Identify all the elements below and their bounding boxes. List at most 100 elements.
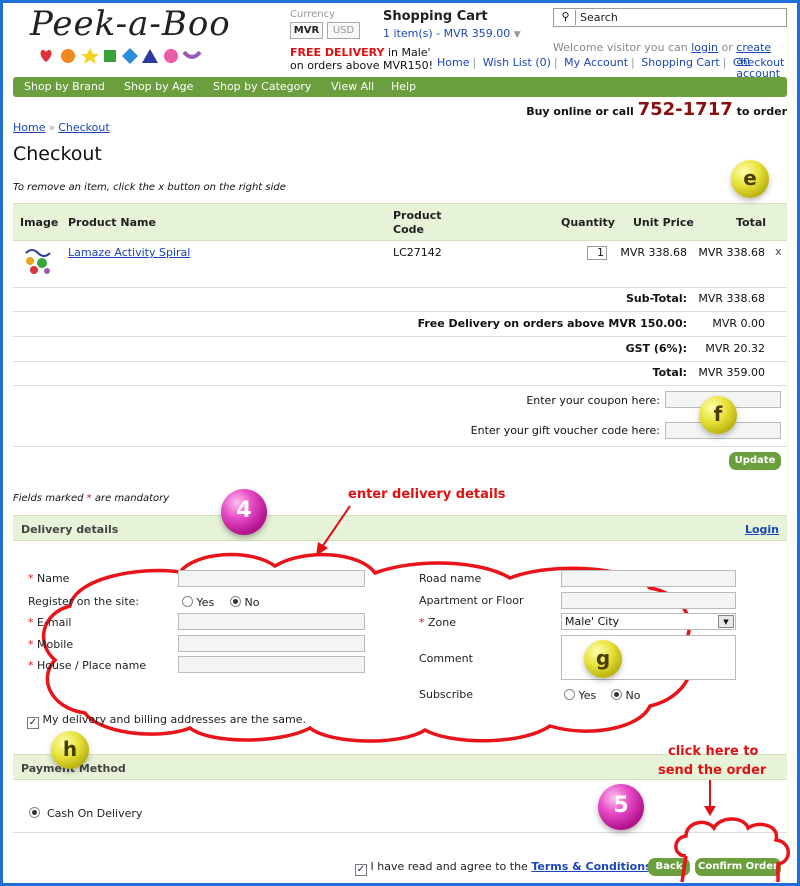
unit-price: MVR 338.68 <box>620 246 687 259</box>
divider <box>13 311 787 312</box>
same-address-label: My delivery and billing addresses are th… <box>42 713 307 726</box>
breadcrumb-checkout[interactable]: Checkout <box>58 121 109 134</box>
nav-shop-by-age[interactable]: Shop by Age <box>124 80 193 93</box>
header-product-code-1: Product <box>393 209 442 222</box>
cart-table-header: Image Product Name Product Code Quantity… <box>13 203 787 241</box>
free-delivery-location: in Male' <box>387 46 431 59</box>
nav-shop-by-category[interactable]: Shop by Category <box>213 80 311 93</box>
mandatory-suffix: are mandatory <box>94 493 170 504</box>
apartment-label: Apartment or Floor <box>419 594 524 607</box>
annotation-click-here-2: send the order <box>658 763 767 778</box>
logo-shapes-icon <box>40 48 202 64</box>
site-logo[interactable]: Peek-a-Boo <box>30 4 231 44</box>
comment-label: Comment <box>419 652 473 665</box>
update-button[interactable]: Update <box>729 452 781 470</box>
cart-summary: 1 item(s) - MVR 359.00 <box>383 27 511 40</box>
divider <box>13 361 787 362</box>
header-image: Image <box>20 216 59 229</box>
nav-shop-by-brand[interactable]: Shop by Brand <box>24 80 105 93</box>
zone-label-text: Zone <box>428 616 457 629</box>
currency-label: Currency <box>290 9 336 20</box>
cash-on-delivery-label: Cash On Delivery <box>47 807 143 820</box>
annotation-arrow-icon <box>316 505 351 556</box>
house-field[interactable] <box>178 656 365 673</box>
email-label: * E-mail <box>28 616 72 629</box>
email-field[interactable] <box>178 613 365 630</box>
step-5-badge: 5 <box>598 784 644 830</box>
divider <box>13 385 787 386</box>
chevron-down-icon: ▼ <box>513 30 521 40</box>
house-label-text: House / Place name <box>37 659 147 672</box>
free-delivery-condition: on orders above MVR150! <box>290 59 434 72</box>
delivery-title: Delivery details <box>21 523 119 536</box>
checkbox-checked-icon: ✓ <box>355 864 367 876</box>
delivery-fee-label: Free Delivery on orders above MVR 150.00… <box>417 317 687 330</box>
product-name-link[interactable]: Lamaze Activity Spiral <box>68 246 190 259</box>
toplink-home[interactable]: Home <box>437 56 469 69</box>
same-address-checkbox[interactable]: ✓ My delivery and billing addresses are … <box>27 713 306 729</box>
delivery-login-link[interactable]: Login <box>745 523 779 536</box>
radio-icon <box>182 596 193 607</box>
search-icon[interactable]: ⚲ <box>556 10 576 25</box>
breadcrumb-home[interactable]: Home <box>13 121 45 134</box>
apartment-field[interactable] <box>561 592 736 609</box>
zone-value: Male' City <box>565 615 620 628</box>
search-input[interactable]: ⚲ Search <box>553 8 787 27</box>
currency-mvr-button[interactable]: MVR <box>290 22 323 39</box>
free-delivery-promo: FREE DELIVERY in Male' on orders above M… <box>290 46 433 72</box>
name-field[interactable] <box>178 570 365 587</box>
name-label: * Name <box>28 572 70 585</box>
nav-view-all[interactable]: View All <box>331 80 374 93</box>
call-to-order: Buy online or call 752-1717 to order <box>526 99 787 120</box>
free-delivery-label: FREE DELIVERY <box>290 46 385 59</box>
mandatory-prefix: Fields marked <box>13 493 84 504</box>
login-link[interactable]: login <box>691 41 718 54</box>
annotation-arrow-down-icon <box>704 780 716 816</box>
nav-help[interactable]: Help <box>391 80 416 93</box>
product-code: LC27142 <box>393 246 442 259</box>
delivery-fee-value: MVR 0.00 <box>712 317 765 330</box>
cash-on-delivery-radio[interactable]: Cash On Delivery <box>29 807 142 820</box>
toplink-wishlist[interactable]: Wish List (0) <box>483 56 551 69</box>
cart-summary-dropdown[interactable]: 1 item(s) - MVR 359.00 ▼ <box>383 27 521 40</box>
subtotal-value: MVR 338.68 <box>698 292 765 305</box>
toplink-cart[interactable]: Shopping Cart <box>641 56 719 69</box>
register-no-label: No <box>244 596 260 609</box>
total-value: MVR 359.00 <box>698 366 765 379</box>
welcome-text: Welcome visitor you can <box>553 41 688 54</box>
mobile-field[interactable] <box>178 635 365 652</box>
terms-link[interactable]: Terms & Conditions <box>531 860 651 873</box>
radio-selected-icon <box>230 596 241 607</box>
register-yes-radio[interactable]: Yes <box>182 596 214 609</box>
top-links: Home | Wish List (0) | My Account | Shoppin… <box>437 56 785 69</box>
subscribe-yes-radio[interactable]: Yes <box>564 689 596 702</box>
register-no-radio[interactable]: No <box>230 596 259 609</box>
quantity-input[interactable]: 1 <box>587 246 607 260</box>
toplink-checkout[interactable]: Checkout <box>733 56 784 69</box>
annotation-enter-delivery: enter delivery details <box>348 487 506 502</box>
search-placeholder: Search <box>580 11 618 24</box>
header-quantity: Quantity <box>561 216 615 229</box>
header-total: Total <box>736 216 767 229</box>
cart-title: Shopping Cart <box>383 9 488 24</box>
call-prefix: Buy online or call <box>526 105 634 118</box>
page-title: Checkout <box>13 143 102 165</box>
radio-selected-icon <box>29 807 40 818</box>
radio-selected-icon <box>611 689 622 700</box>
marker-g-badge: g <box>584 640 622 678</box>
agree-text: I have read and agree to the <box>370 860 528 873</box>
agree-terms-checkbox[interactable]: ✓ I have read and agree to the Terms & C… <box>355 860 652 876</box>
subscribe-no-radio[interactable]: No <box>611 689 640 702</box>
line-total: MVR 338.68 <box>698 246 765 259</box>
product-thumbnail[interactable] <box>22 247 54 277</box>
subscribe-label: Subscribe <box>419 688 474 701</box>
divider <box>13 336 787 337</box>
remove-item-button[interactable]: x <box>775 245 782 258</box>
divider <box>13 446 787 447</box>
road-field[interactable] <box>561 570 736 587</box>
currency-usd-button[interactable]: USD <box>327 22 360 39</box>
toplink-account[interactable]: My Account <box>564 56 628 69</box>
zone-select[interactable]: Male' City ▼ <box>561 613 736 630</box>
mobile-label: * Mobile <box>28 638 74 651</box>
marker-h-badge: h <box>51 731 89 769</box>
